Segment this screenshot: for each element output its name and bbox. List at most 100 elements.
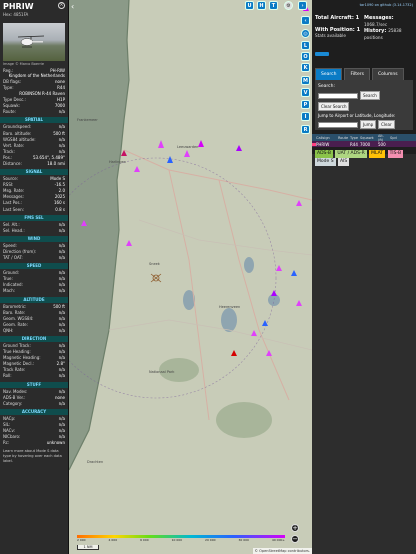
- legend-tick: 30 000: [238, 538, 249, 542]
- info-row: Last Seen: 0.8 s: [0, 207, 68, 213]
- zoom-in-button[interactable]: +: [291, 524, 299, 532]
- altitude-list: Barometric: 500 ft Baro. Rate: n/a Geom. WGS…: [0, 304, 68, 334]
- place-label: Heerenveen: [219, 305, 241, 309]
- speed-list: Ground: n/a True: n/a Indicated: n/a Mach: n/a: [0, 270, 68, 294]
- map-button-h[interactable]: H: [257, 1, 266, 10]
- map-button-r[interactable]: R: [301, 125, 310, 134]
- info-value: 0.8 s: [55, 206, 65, 212]
- map-button-p[interactable]: P: [301, 100, 310, 109]
- source-ais: AIS: [338, 158, 350, 166]
- search-button[interactable]: Search: [360, 91, 380, 100]
- stuff-list: Nav. Modes: n/a ADS-B Ver.: none Category: n/…: [0, 389, 68, 407]
- section-altitude: ALTITUDE: [0, 296, 68, 303]
- target-icon[interactable]: ◎: [301, 29, 310, 38]
- map-button-i[interactable]: I: [301, 112, 310, 121]
- map-attribution[interactable]: © OpenStreetMap contributors.: [252, 548, 312, 554]
- source-adsb: ADS-B: [315, 150, 333, 158]
- photo-credit: Image © Marco Boerrie: [3, 62, 45, 66]
- map-button-l[interactable]: L: [301, 41, 310, 50]
- col-callsign[interactable]: Callsign: [316, 136, 338, 140]
- spatial-list: Groundspeed: n/a Baro. altitude: 500 ft WGS8…: [0, 124, 68, 167]
- source-modes: Mode S: [315, 158, 336, 166]
- legend-tick: 20 000: [205, 538, 216, 542]
- settings-gear-icon[interactable]: ⚙: [284, 1, 293, 10]
- nav-left-icon[interactable]: ‹: [301, 16, 310, 25]
- clear-jump-button[interactable]: Clear: [378, 120, 395, 129]
- tab-search[interactable]: Search: [315, 68, 343, 80]
- search-input[interactable]: [318, 92, 358, 99]
- info-value: n/a: [58, 227, 65, 233]
- wind-list: Speed: n/a Direction (from): n/a TAT / OAT: n…: [0, 243, 68, 261]
- aircraft-photo[interactable]: [3, 23, 65, 61]
- panel-toggle-arrow-icon[interactable]: ›: [298, 1, 307, 10]
- legend-tick: 4 000: [108, 538, 118, 542]
- col-speed[interactable]: Spd: [390, 136, 402, 140]
- info-value: n/a: [58, 327, 65, 333]
- total-aircraft: Total Aircraft: 1: [315, 15, 360, 21]
- info-value: n/a: [58, 255, 65, 261]
- place-label: Frankemeer: [77, 118, 98, 122]
- section-signal: SIGNAL: [0, 169, 68, 176]
- selected-hex: Hex: 4851FA: [3, 12, 29, 17]
- map-view[interactable]: Frankemeer Harlingen Leeuwarden Sneek He…: [69, 0, 312, 554]
- selected-aircraft-infobox: PHRIW Hex: 4851FA × Image © Marco Boerri…: [0, 0, 69, 554]
- col-type[interactable]: Type: [350, 136, 360, 140]
- info-row: QNH: n/a: [0, 328, 68, 334]
- app-root: PHRIW Hex: 4851FA × Image © Marco Boerri…: [0, 0, 416, 554]
- section-stuff: STUFF: [0, 381, 68, 388]
- info-row: Category: n/a: [0, 401, 68, 407]
- section-speed: SPEED: [0, 263, 68, 270]
- stats-block: Total Aircraft: 1 With Position: 1 Stats…: [312, 7, 416, 41]
- place-label: Sneek: [149, 262, 160, 266]
- back-arrow-icon[interactable]: ‹: [71, 3, 77, 11]
- selected-callsign: PHRIW: [3, 2, 34, 11]
- search-label: Search:: [318, 84, 335, 89]
- col-altitude[interactable]: Alt. (ft): [378, 134, 390, 142]
- section-wind: WIND: [0, 235, 68, 242]
- info-label[interactable]: Category:: [3, 401, 22, 407]
- info-value: n/a: [58, 400, 65, 406]
- clear-search-button[interactable]: Clear Search: [318, 102, 350, 111]
- github-link[interactable]: tar1090 on github (3.14.1732): [312, 0, 416, 7]
- map-button-u[interactable]: U: [245, 1, 254, 10]
- info-value: unknown: [46, 440, 65, 446]
- legend-tick: 6 000: [140, 538, 149, 542]
- legend-tick: 10 000: [171, 538, 183, 542]
- map-button-t[interactable]: T: [269, 1, 278, 10]
- place-label: Leeuwarden: [177, 145, 199, 149]
- jump-label: Jump to Airport or Latitude, Longitude:: [318, 113, 396, 118]
- place-labels: Frankemeer Harlingen Leeuwarden Sneek He…: [69, 0, 312, 554]
- route-row: Route: n/a: [3, 109, 65, 115]
- info-label[interactable]: Distance:: [3, 161, 22, 167]
- tab-columns[interactable]: Columns: [371, 68, 404, 80]
- map-button-v[interactable]: V: [301, 88, 310, 97]
- info-value: 18.0 nmi: [47, 161, 65, 167]
- tab-filters[interactable]: Filters: [344, 68, 370, 80]
- map-scale: 1 NM: [77, 545, 99, 550]
- col-squawk[interactable]: Squawk: [360, 136, 378, 140]
- jump-button[interactable]: Jump: [360, 120, 377, 129]
- map-button-m[interactable]: M: [301, 76, 310, 85]
- altitude-legend-ticks: 2 000 4 000 6 000 10 000 20 000 30 000 4…: [77, 538, 285, 542]
- info-label[interactable]: Last Seen:: [3, 207, 24, 213]
- stats-available[interactable]: Stats available: [315, 33, 364, 40]
- info-row: Mach: n/a: [0, 288, 68, 294]
- close-icon[interactable]: ×: [58, 2, 65, 9]
- info-label[interactable]: Mach:: [3, 288, 15, 294]
- info-label[interactable]: Rc:: [3, 440, 9, 446]
- info-label[interactable]: Roll:: [3, 373, 12, 379]
- stats-indicator: [315, 52, 329, 56]
- map-button-k[interactable]: K: [301, 63, 310, 72]
- info-label[interactable]: QNH:: [3, 328, 14, 334]
- legend-tick: 40 000+: [271, 538, 285, 542]
- map-button-o[interactable]: O: [301, 52, 310, 61]
- accuracy-list: NACp: n/a SIL: n/a NACv: n/a NICbaro: n/a Rc: unk…: [0, 416, 68, 446]
- zoom-out-button[interactable]: −: [291, 535, 299, 543]
- place-label: Harlingen: [109, 160, 126, 164]
- col-route[interactable]: Route: [338, 136, 350, 140]
- panel-tabs: Search Filters Columns: [312, 60, 416, 80]
- info-label[interactable]: TAT / OAT:: [3, 255, 23, 261]
- info-label[interactable]: Sel. Head.:: [3, 228, 25, 234]
- jump-input[interactable]: [318, 121, 358, 128]
- legend-tick: 2 000: [77, 538, 86, 542]
